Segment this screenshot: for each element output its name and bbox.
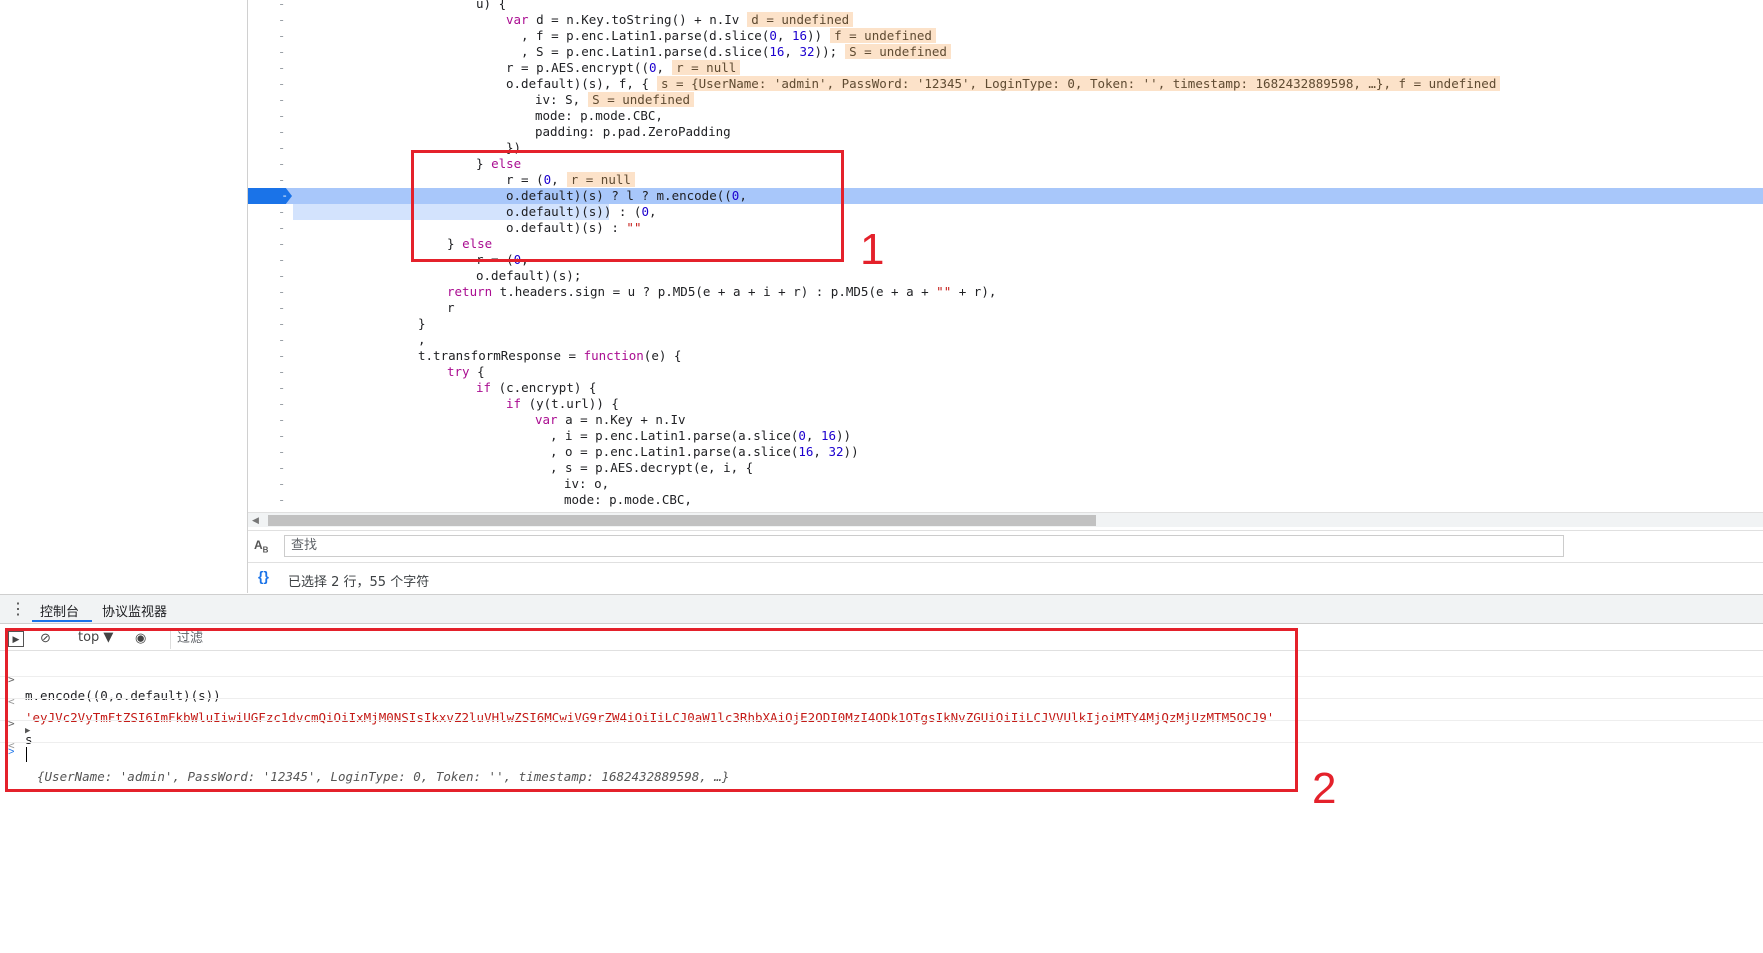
line-gutter[interactable]: - bbox=[278, 60, 294, 76]
code-line[interactable]: - return t.headers.sign = u ? p.MD5(e + a… bbox=[248, 284, 1763, 300]
navigator-pane bbox=[0, 0, 248, 593]
find-input[interactable]: 查找 bbox=[284, 535, 1564, 557]
line-gutter[interactable]: - bbox=[278, 476, 294, 492]
line-gutter[interactable]: - bbox=[278, 460, 294, 476]
line-gutter[interactable]: - bbox=[278, 44, 294, 60]
tab-console[interactable]: 控制台 bbox=[40, 601, 79, 620]
scope-annotation: r = null bbox=[672, 60, 741, 75]
code-text: o.default)(s); bbox=[476, 268, 582, 283]
code-text: iv: o, bbox=[564, 476, 610, 491]
line-gutter[interactable]: - bbox=[278, 172, 294, 188]
code-line[interactable]: - , s = p.AES.decrypt(e, i, { bbox=[248, 460, 1763, 476]
scope-annotation: S = undefined bbox=[845, 44, 951, 59]
line-gutter[interactable]: - bbox=[278, 108, 294, 124]
breakpoint-marker[interactable]: - bbox=[248, 188, 292, 204]
line-gutter[interactable]: - bbox=[278, 12, 294, 28]
code-line[interactable]: -, i = p.enc.Latin1.parse(a.slice(0, 16)… bbox=[248, 428, 1763, 444]
code-line[interactable]: - padding: p.pad.ZeroPadding bbox=[248, 124, 1763, 140]
line-gutter[interactable]: - bbox=[278, 396, 294, 412]
code-line[interactable]: - if (y(t.url)) { bbox=[248, 396, 1763, 412]
scrollbar-thumb[interactable] bbox=[268, 515, 1096, 526]
code-line[interactable]: -, o = p.enc.Latin1.parse(a.slice(16, 32… bbox=[248, 444, 1763, 460]
status-bar: {} 已选择 2 行，55 个字符 bbox=[248, 562, 1763, 593]
scroll-left-icon[interactable]: ◀ bbox=[252, 513, 259, 527]
match-case-icon[interactable]: AB bbox=[254, 538, 268, 554]
line-gutter[interactable]: - bbox=[278, 140, 294, 156]
code-line[interactable]: - o.default)(s); bbox=[248, 268, 1763, 284]
code-text: mode: p.mode.CBC, bbox=[564, 492, 692, 507]
code-text: mode: p.mode.CBC, bbox=[535, 108, 663, 123]
line-gutter[interactable]: - bbox=[278, 412, 294, 428]
code-text: , s = p.AES.decrypt(e, i, { bbox=[550, 460, 754, 475]
code-line[interactable]: - if (c.encrypt) { bbox=[248, 380, 1763, 396]
code-text: } bbox=[418, 316, 426, 331]
code-line[interactable]: - u) { bbox=[248, 0, 1763, 12]
drawer-menu-icon[interactable]: ⋮ bbox=[10, 599, 26, 619]
code-line[interactable]: - var d = n.Key.toString() + n.Iv d = unde… bbox=[248, 12, 1763, 28]
tab-protocol-monitor[interactable]: 协议监视器 bbox=[102, 601, 167, 620]
code-line[interactable]: -r bbox=[248, 300, 1763, 316]
scope-annotation: d = undefined bbox=[747, 12, 854, 27]
code-line[interactable]: - iv: S, S = undefined bbox=[248, 92, 1763, 108]
code-line[interactable]: -r = p.AES.encrypt((0, r = null bbox=[248, 60, 1763, 76]
line-gutter[interactable]: - bbox=[278, 492, 294, 508]
code-line[interactable]: -, S = p.enc.Latin1.parse(d.slice(16, 32… bbox=[248, 44, 1763, 60]
code-text: r bbox=[447, 300, 455, 315]
code-text: , bbox=[418, 332, 426, 347]
scope-annotation: s = {UserName: 'admin', PassWord: '12345… bbox=[657, 76, 1501, 91]
line-gutter[interactable]: - bbox=[278, 28, 294, 44]
active-tab-indicator bbox=[32, 620, 92, 622]
code-line[interactable]: - try { bbox=[248, 364, 1763, 380]
scope-annotation: f = undefined bbox=[830, 28, 936, 43]
line-gutter[interactable]: - bbox=[278, 268, 294, 284]
annotation-label-2: 2 bbox=[1312, 764, 1337, 813]
annotation-label-1: 1 bbox=[860, 225, 885, 274]
drawer-tabbar: ⋮ 控制台 协议监视器 bbox=[0, 594, 1763, 624]
line-gutter[interactable]: - bbox=[278, 316, 294, 332]
line-gutter[interactable]: - bbox=[278, 332, 294, 348]
code-line[interactable]: - iv: o, bbox=[248, 476, 1763, 492]
line-gutter[interactable]: - bbox=[278, 252, 294, 268]
pretty-print-icon[interactable]: {} bbox=[258, 568, 269, 584]
code-line[interactable]: - var a = n.Key + n.Iv bbox=[248, 412, 1763, 428]
code-line[interactable]: - mode: p.mode.CBC, bbox=[248, 492, 1763, 508]
line-gutter[interactable]: - bbox=[278, 284, 294, 300]
horizontal-scrollbar[interactable]: ◀ bbox=[248, 512, 1763, 527]
code-line[interactable]: - mode: p.mode.CBC, bbox=[248, 108, 1763, 124]
line-gutter[interactable]: - bbox=[278, 0, 294, 12]
code-line[interactable]: -, f = p.enc.Latin1.parse(d.slice(0, 16)… bbox=[248, 28, 1763, 44]
line-gutter[interactable]: - bbox=[278, 204, 294, 220]
scope-annotation: S = undefined bbox=[588, 92, 694, 107]
highlight-box-1 bbox=[411, 150, 844, 262]
find-bar: AB 查找 bbox=[248, 530, 1763, 561]
line-gutter[interactable]: - bbox=[278, 76, 294, 92]
line-gutter[interactable]: - bbox=[278, 92, 294, 108]
line-gutter[interactable]: - bbox=[278, 364, 294, 380]
line-gutter[interactable]: - bbox=[278, 236, 294, 252]
line-gutter[interactable]: - bbox=[278, 300, 294, 316]
code-line[interactable]: -} bbox=[248, 316, 1763, 332]
line-gutter[interactable]: - bbox=[278, 380, 294, 396]
code-line[interactable]: - t.transformResponse = function(e) { bbox=[248, 348, 1763, 364]
line-gutter[interactable]: - bbox=[278, 428, 294, 444]
highlight-box-2 bbox=[5, 628, 1298, 792]
line-gutter[interactable]: - bbox=[278, 156, 294, 172]
code-line[interactable]: -, bbox=[248, 332, 1763, 348]
line-gutter[interactable]: - bbox=[278, 444, 294, 460]
code-text: padding: p.pad.ZeroPadding bbox=[535, 124, 731, 139]
code-line[interactable]: - o.default)(s), f, {s = {UserName: 'admi… bbox=[248, 76, 1763, 92]
line-gutter[interactable]: - bbox=[278, 124, 294, 140]
line-gutter[interactable]: - bbox=[278, 348, 294, 364]
code-text: u) { bbox=[476, 0, 507, 11]
selection-status: 已选择 2 行，55 个字符 bbox=[288, 575, 430, 590]
line-gutter[interactable]: - bbox=[278, 220, 294, 236]
